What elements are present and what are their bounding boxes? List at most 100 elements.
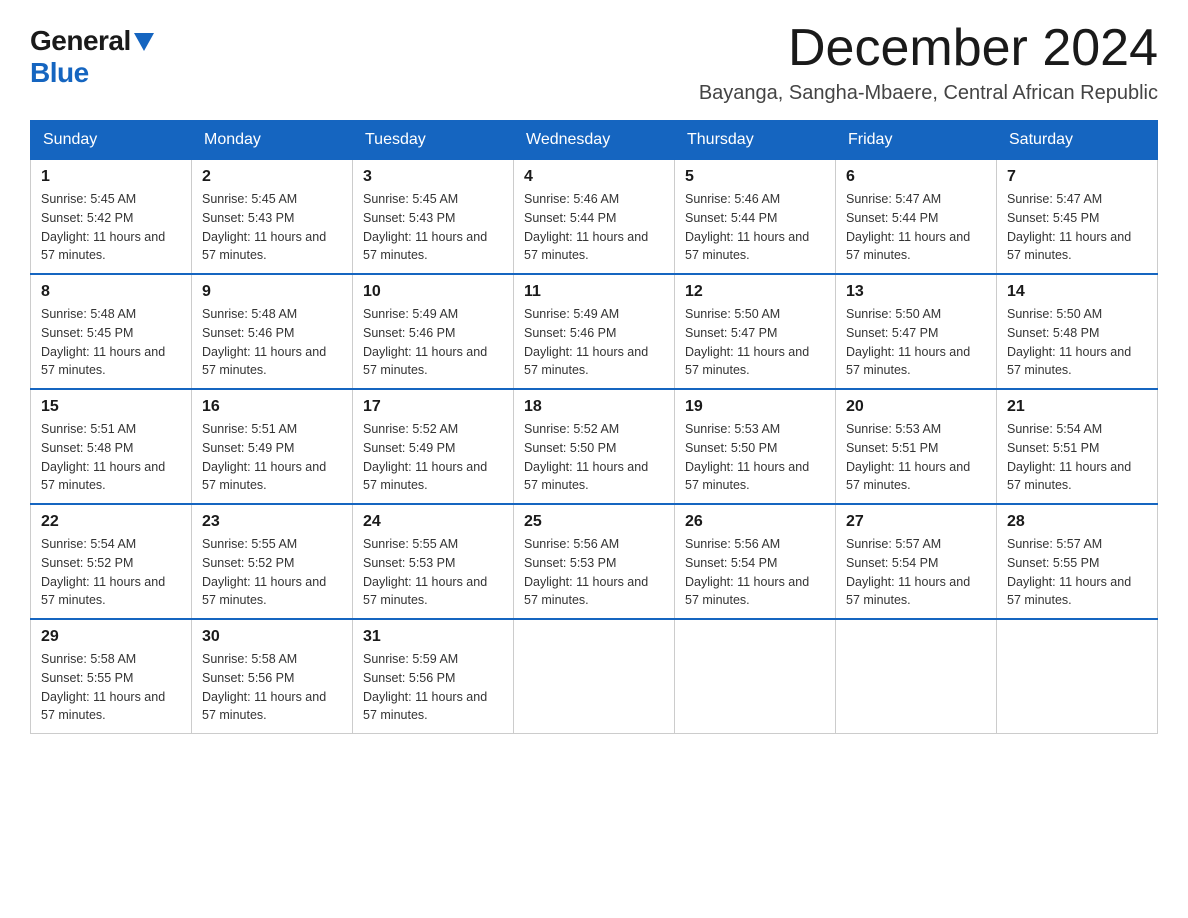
- calendar-cell: 29 Sunrise: 5:58 AM Sunset: 5:55 PM Dayl…: [31, 619, 192, 734]
- day-number: 7: [1007, 168, 1147, 186]
- day-number: 30: [202, 628, 342, 646]
- calendar-cell: 4 Sunrise: 5:46 AM Sunset: 5:44 PM Dayli…: [514, 160, 675, 275]
- week-row-2: 8 Sunrise: 5:48 AM Sunset: 5:45 PM Dayli…: [31, 274, 1158, 389]
- calendar-cell: 23 Sunrise: 5:55 AM Sunset: 5:52 PM Dayl…: [192, 504, 353, 619]
- day-info: Sunrise: 5:54 AM Sunset: 5:51 PM Dayligh…: [1007, 420, 1147, 495]
- day-number: 27: [846, 513, 986, 531]
- day-number: 28: [1007, 513, 1147, 531]
- day-number: 9: [202, 283, 342, 301]
- day-number: 15: [41, 398, 181, 416]
- logo-triangle-icon: [134, 33, 154, 51]
- calendar-cell: [836, 619, 997, 734]
- day-number: 20: [846, 398, 986, 416]
- title-section: December 2024 Bayanga, Sangha-Mbaere, Ce…: [699, 20, 1158, 105]
- day-number: 12: [685, 283, 825, 301]
- day-info: Sunrise: 5:47 AM Sunset: 5:44 PM Dayligh…: [846, 190, 986, 265]
- calendar-cell: 13 Sunrise: 5:50 AM Sunset: 5:47 PM Dayl…: [836, 274, 997, 389]
- day-number: 21: [1007, 398, 1147, 416]
- day-number: 10: [363, 283, 503, 301]
- day-number: 3: [363, 168, 503, 186]
- day-info: Sunrise: 5:50 AM Sunset: 5:47 PM Dayligh…: [685, 305, 825, 380]
- calendar-cell: 18 Sunrise: 5:52 AM Sunset: 5:50 PM Dayl…: [514, 389, 675, 504]
- day-number: 5: [685, 168, 825, 186]
- calendar-cell: 2 Sunrise: 5:45 AM Sunset: 5:43 PM Dayli…: [192, 160, 353, 275]
- col-header-wednesday: Wednesday: [514, 121, 675, 160]
- calendar-cell: 25 Sunrise: 5:56 AM Sunset: 5:53 PM Dayl…: [514, 504, 675, 619]
- day-number: 6: [846, 168, 986, 186]
- day-number: 26: [685, 513, 825, 531]
- day-info: Sunrise: 5:52 AM Sunset: 5:49 PM Dayligh…: [363, 420, 503, 495]
- calendar-cell: 16 Sunrise: 5:51 AM Sunset: 5:49 PM Dayl…: [192, 389, 353, 504]
- day-number: 25: [524, 513, 664, 531]
- day-info: Sunrise: 5:45 AM Sunset: 5:42 PM Dayligh…: [41, 190, 181, 265]
- page-header: General Blue December 2024 Bayanga, Sang…: [30, 20, 1158, 105]
- day-info: Sunrise: 5:57 AM Sunset: 5:54 PM Dayligh…: [846, 535, 986, 610]
- logo-general-text: General: [30, 25, 131, 57]
- calendar-cell: 24 Sunrise: 5:55 AM Sunset: 5:53 PM Dayl…: [353, 504, 514, 619]
- day-number: 1: [41, 168, 181, 186]
- day-number: 14: [1007, 283, 1147, 301]
- day-number: 8: [41, 283, 181, 301]
- day-info: Sunrise: 5:50 AM Sunset: 5:47 PM Dayligh…: [846, 305, 986, 380]
- week-row-4: 22 Sunrise: 5:54 AM Sunset: 5:52 PM Dayl…: [31, 504, 1158, 619]
- calendar-cell: 6 Sunrise: 5:47 AM Sunset: 5:44 PM Dayli…: [836, 160, 997, 275]
- calendar-cell: [675, 619, 836, 734]
- calendar-cell: [997, 619, 1158, 734]
- day-info: Sunrise: 5:46 AM Sunset: 5:44 PM Dayligh…: [524, 190, 664, 265]
- day-number: 22: [41, 513, 181, 531]
- calendar-cell: [514, 619, 675, 734]
- day-number: 19: [685, 398, 825, 416]
- col-header-friday: Friday: [836, 121, 997, 160]
- day-info: Sunrise: 5:55 AM Sunset: 5:52 PM Dayligh…: [202, 535, 342, 610]
- calendar-cell: 31 Sunrise: 5:59 AM Sunset: 5:56 PM Dayl…: [353, 619, 514, 734]
- calendar-cell: 26 Sunrise: 5:56 AM Sunset: 5:54 PM Dayl…: [675, 504, 836, 619]
- day-info: Sunrise: 5:56 AM Sunset: 5:54 PM Dayligh…: [685, 535, 825, 610]
- calendar-cell: 7 Sunrise: 5:47 AM Sunset: 5:45 PM Dayli…: [997, 160, 1158, 275]
- calendar-cell: 20 Sunrise: 5:53 AM Sunset: 5:51 PM Dayl…: [836, 389, 997, 504]
- calendar-cell: 22 Sunrise: 5:54 AM Sunset: 5:52 PM Dayl…: [31, 504, 192, 619]
- day-info: Sunrise: 5:59 AM Sunset: 5:56 PM Dayligh…: [363, 650, 503, 725]
- col-header-sunday: Sunday: [31, 121, 192, 160]
- week-row-5: 29 Sunrise: 5:58 AM Sunset: 5:55 PM Dayl…: [31, 619, 1158, 734]
- day-number: 17: [363, 398, 503, 416]
- day-info: Sunrise: 5:58 AM Sunset: 5:55 PM Dayligh…: [41, 650, 181, 725]
- day-info: Sunrise: 5:46 AM Sunset: 5:44 PM Dayligh…: [685, 190, 825, 265]
- day-info: Sunrise: 5:52 AM Sunset: 5:50 PM Dayligh…: [524, 420, 664, 495]
- calendar-cell: 8 Sunrise: 5:48 AM Sunset: 5:45 PM Dayli…: [31, 274, 192, 389]
- calendar-cell: 19 Sunrise: 5:53 AM Sunset: 5:50 PM Dayl…: [675, 389, 836, 504]
- calendar-cell: 30 Sunrise: 5:58 AM Sunset: 5:56 PM Dayl…: [192, 619, 353, 734]
- day-number: 4: [524, 168, 664, 186]
- day-info: Sunrise: 5:50 AM Sunset: 5:48 PM Dayligh…: [1007, 305, 1147, 380]
- calendar-cell: 11 Sunrise: 5:49 AM Sunset: 5:46 PM Dayl…: [514, 274, 675, 389]
- day-info: Sunrise: 5:48 AM Sunset: 5:45 PM Dayligh…: [41, 305, 181, 380]
- calendar-cell: 15 Sunrise: 5:51 AM Sunset: 5:48 PM Dayl…: [31, 389, 192, 504]
- week-row-3: 15 Sunrise: 5:51 AM Sunset: 5:48 PM Dayl…: [31, 389, 1158, 504]
- day-info: Sunrise: 5:57 AM Sunset: 5:55 PM Dayligh…: [1007, 535, 1147, 610]
- location-subtitle: Bayanga, Sangha-Mbaere, Central African …: [699, 82, 1158, 105]
- day-number: 2: [202, 168, 342, 186]
- col-header-monday: Monday: [192, 121, 353, 160]
- day-info: Sunrise: 5:47 AM Sunset: 5:45 PM Dayligh…: [1007, 190, 1147, 265]
- day-info: Sunrise: 5:55 AM Sunset: 5:53 PM Dayligh…: [363, 535, 503, 610]
- calendar-cell: 9 Sunrise: 5:48 AM Sunset: 5:46 PM Dayli…: [192, 274, 353, 389]
- header-row: SundayMondayTuesdayWednesdayThursdayFrid…: [31, 121, 1158, 160]
- calendar-cell: 12 Sunrise: 5:50 AM Sunset: 5:47 PM Dayl…: [675, 274, 836, 389]
- day-info: Sunrise: 5:49 AM Sunset: 5:46 PM Dayligh…: [524, 305, 664, 380]
- calendar-cell: 21 Sunrise: 5:54 AM Sunset: 5:51 PM Dayl…: [997, 389, 1158, 504]
- calendar-cell: 17 Sunrise: 5:52 AM Sunset: 5:49 PM Dayl…: [353, 389, 514, 504]
- calendar-cell: 10 Sunrise: 5:49 AM Sunset: 5:46 PM Dayl…: [353, 274, 514, 389]
- day-number: 24: [363, 513, 503, 531]
- day-number: 31: [363, 628, 503, 646]
- day-info: Sunrise: 5:53 AM Sunset: 5:51 PM Dayligh…: [846, 420, 986, 495]
- day-number: 18: [524, 398, 664, 416]
- day-number: 13: [846, 283, 986, 301]
- day-info: Sunrise: 5:54 AM Sunset: 5:52 PM Dayligh…: [41, 535, 181, 610]
- calendar-cell: 27 Sunrise: 5:57 AM Sunset: 5:54 PM Dayl…: [836, 504, 997, 619]
- day-number: 16: [202, 398, 342, 416]
- day-number: 23: [202, 513, 342, 531]
- week-row-1: 1 Sunrise: 5:45 AM Sunset: 5:42 PM Dayli…: [31, 160, 1158, 275]
- day-info: Sunrise: 5:49 AM Sunset: 5:46 PM Dayligh…: [363, 305, 503, 380]
- col-header-saturday: Saturday: [997, 121, 1158, 160]
- calendar-cell: 14 Sunrise: 5:50 AM Sunset: 5:48 PM Dayl…: [997, 274, 1158, 389]
- day-info: Sunrise: 5:51 AM Sunset: 5:49 PM Dayligh…: [202, 420, 342, 495]
